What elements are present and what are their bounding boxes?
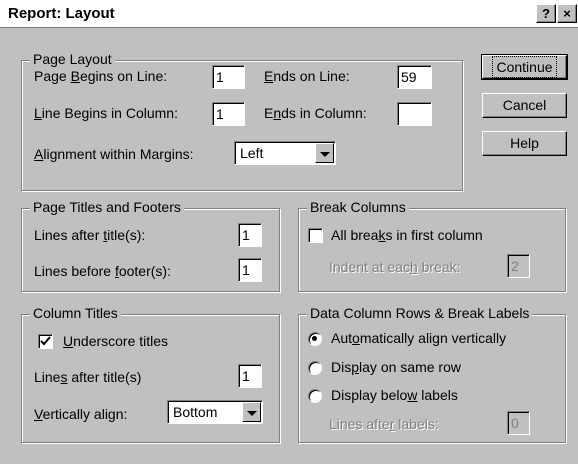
vertically-align-select[interactable]: Bottom <box>167 400 263 424</box>
indent-at-break-input[interactable]: 2 <box>507 254 530 278</box>
line-begins-label: Line Begins in Column: <box>34 105 178 121</box>
ends-in-column-input[interactable] <box>397 102 432 126</box>
chevron-down-icon[interactable] <box>242 402 261 422</box>
lines-before-footer-input[interactable]: 1 <box>238 258 262 282</box>
ends-in-column-label: Ends in Column: <box>264 105 367 121</box>
cancel-button[interactable]: Cancel <box>482 93 567 118</box>
underscore-titles-checkbox[interactable] <box>38 334 53 349</box>
same-row-label[interactable]: Display on same row <box>331 359 461 375</box>
lines-before-footer-label: Lines before footer(s): <box>34 263 171 279</box>
vertically-align-label: Vertically align: <box>34 406 128 422</box>
data-rows-legend: Data Column Rows & Break Labels <box>307 305 533 321</box>
title-bar: Report: Layout ? × <box>0 0 578 28</box>
break-columns-legend: Break Columns <box>307 199 409 215</box>
continue-button[interactable]: Continue <box>481 54 568 80</box>
ends-on-line-input[interactable]: 59 <box>397 65 432 89</box>
indent-at-break-label: Indent at each break: <box>329 259 461 275</box>
page-layout-legend: Page Layout <box>30 51 115 67</box>
below-labels-label[interactable]: Display below labels <box>331 387 458 403</box>
lines-after-column-title-input[interactable]: 1 <box>238 364 262 388</box>
close-icon[interactable]: × <box>557 4 577 23</box>
alignment-select[interactable]: Left <box>234 141 336 165</box>
help-button[interactable]: Help <box>482 131 567 156</box>
titles-footers-legend: Page Titles and Footers <box>30 199 184 215</box>
ends-on-line-label: Ends on Line: <box>264 68 350 84</box>
auto-align-radio[interactable] <box>308 332 322 346</box>
help-icon[interactable]: ? <box>536 4 556 23</box>
line-begins-input[interactable]: 1 <box>212 102 245 126</box>
below-labels-radio[interactable] <box>308 389 322 403</box>
auto-align-label[interactable]: Automatically align vertically <box>331 330 506 346</box>
break-columns-group: Break Columns <box>298 199 566 292</box>
page-begins-label: Page Begins on Line: <box>34 68 168 84</box>
vertically-align-value: Bottom <box>173 404 218 420</box>
chevron-down-icon[interactable] <box>315 143 334 163</box>
window-title: Report: Layout <box>8 5 115 22</box>
alignment-value: Left <box>240 145 264 161</box>
lines-after-title-input[interactable]: 1 <box>238 223 262 247</box>
alignment-label: Alignment within Margins: <box>34 146 194 162</box>
lines-after-column-title-label: Lines after title(s) <box>34 369 142 385</box>
checkmark-icon <box>40 336 51 346</box>
all-breaks-label[interactable]: All breaks in first column <box>331 227 483 243</box>
column-titles-legend: Column Titles <box>30 305 121 321</box>
all-breaks-checkbox[interactable] <box>308 228 323 243</box>
lines-after-labels-input[interactable]: 0 <box>507 411 530 435</box>
underscore-titles-label[interactable]: Underscore titles <box>63 333 168 349</box>
same-row-radio[interactable] <box>308 361 322 375</box>
page-begins-input[interactable]: 1 <box>212 65 245 89</box>
lines-after-title-label: Lines after title(s): <box>34 227 146 243</box>
lines-after-labels-label: Lines after labels: <box>329 416 439 432</box>
